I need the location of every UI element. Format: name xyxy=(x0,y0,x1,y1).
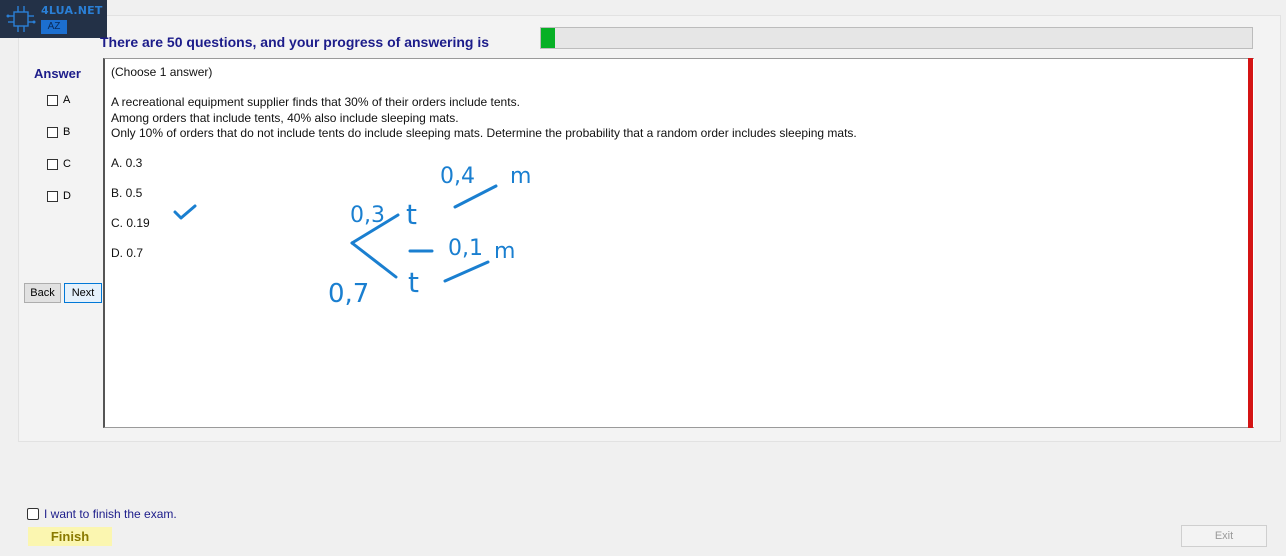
site-name: 4LUA.NET xyxy=(41,4,103,17)
progress-bar xyxy=(540,27,1253,49)
question-line-3: Only 10% of orders that do not include t… xyxy=(111,126,857,140)
site-tag: AZ xyxy=(41,20,67,34)
question-line-1: A recreational equipment supplier finds … xyxy=(111,95,520,109)
option-c-label: C xyxy=(63,158,71,170)
site-logo: 4LUA.NET AZ xyxy=(0,0,107,38)
option-b-checkbox[interactable] xyxy=(47,126,58,138)
back-button[interactable]: Back xyxy=(24,283,61,303)
progress-fill xyxy=(541,28,556,48)
answer-title: Answer xyxy=(34,66,81,81)
finish-exam-checkbox[interactable] xyxy=(27,508,39,520)
finish-exam-check[interactable]: I want to finish the exam. xyxy=(27,507,177,521)
option-d-checkbox[interactable] xyxy=(47,190,58,202)
exit-button[interactable]: Exit xyxy=(1181,525,1267,547)
choice-a: A. 0.3 xyxy=(111,156,143,170)
finish-exam-label: I want to finish the exam. xyxy=(44,507,177,521)
option-d-label: D xyxy=(63,190,71,202)
progress-label: There are 50 questions, and your progres… xyxy=(100,34,489,50)
option-a-label: A xyxy=(63,94,71,106)
option-c[interactable]: C xyxy=(47,158,71,170)
question-instruction: (Choose 1 answer) xyxy=(111,65,213,79)
option-a-checkbox[interactable] xyxy=(47,94,58,106)
option-d[interactable]: D xyxy=(47,190,71,202)
finish-button[interactable]: Finish xyxy=(28,527,112,546)
question-accent-bar xyxy=(1248,58,1253,428)
choice-c: C. 0.19 xyxy=(111,216,150,230)
option-a[interactable]: A xyxy=(47,94,70,106)
question-line-2: Among orders that include tents, 40% als… xyxy=(111,111,459,125)
next-button[interactable]: Next xyxy=(64,283,102,303)
option-b[interactable]: B xyxy=(47,126,70,138)
circuit-icon xyxy=(6,6,36,32)
option-c-checkbox[interactable] xyxy=(47,158,58,170)
choice-b: B. 0.5 xyxy=(111,186,143,200)
choice-d: D. 0.7 xyxy=(111,246,144,260)
option-b-label: B xyxy=(63,126,71,138)
